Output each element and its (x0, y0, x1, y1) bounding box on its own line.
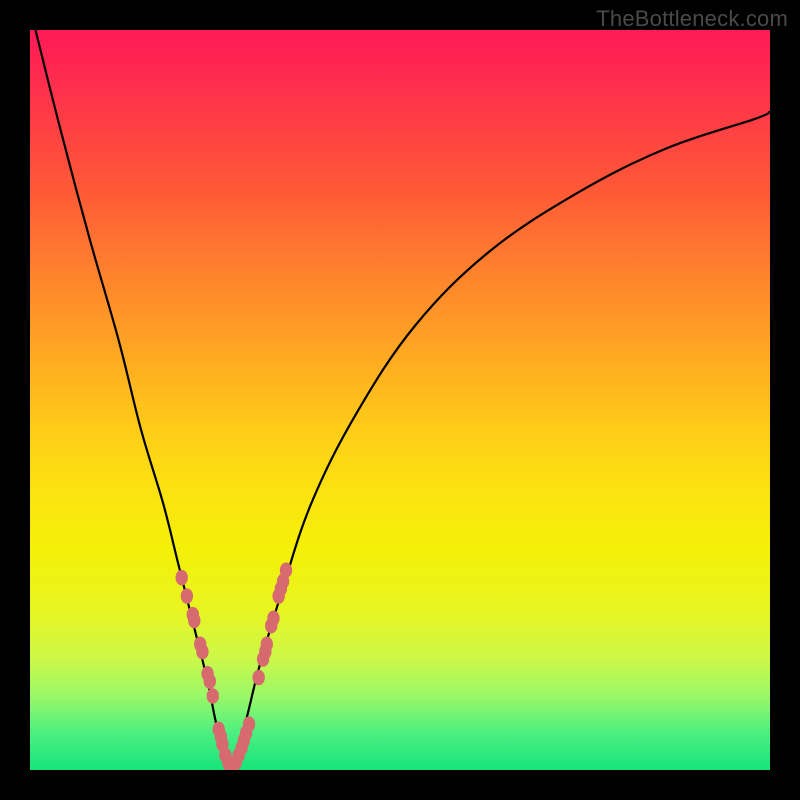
left-branch-curve (30, 30, 230, 770)
data-marker (261, 636, 273, 652)
data-marker (267, 611, 279, 627)
data-marker (176, 570, 188, 586)
marker-group (176, 562, 293, 770)
data-marker (207, 688, 219, 704)
data-marker (204, 673, 216, 689)
watermark-label: TheBottleneck.com (596, 6, 788, 32)
chart-svg (30, 30, 770, 770)
data-marker (243, 716, 255, 732)
right-branch-curve (230, 111, 770, 770)
data-marker (280, 562, 292, 578)
data-marker (196, 644, 208, 660)
chart-frame: TheBottleneck.com (0, 0, 800, 800)
data-marker (181, 588, 193, 604)
data-marker (188, 613, 200, 629)
plot-area (30, 30, 770, 770)
data-marker (252, 670, 264, 686)
